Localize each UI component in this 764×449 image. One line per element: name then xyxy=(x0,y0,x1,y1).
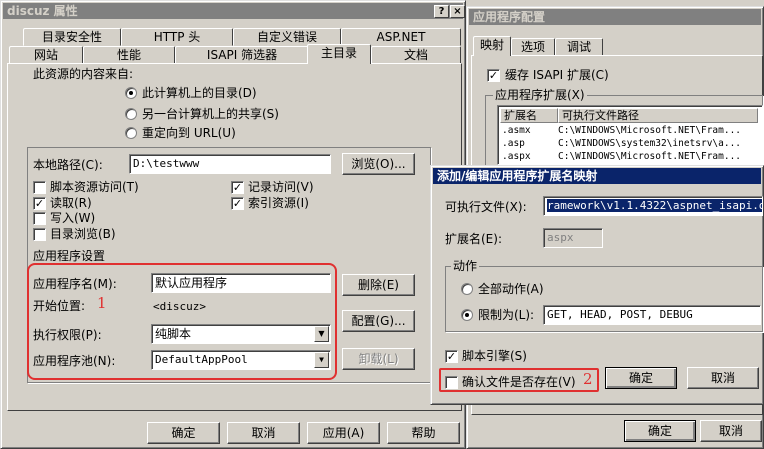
log-visits-checkbox[interactable]: ✓ xyxy=(231,181,244,194)
script-access-checkbox[interactable] xyxy=(33,181,46,194)
tab-isapi-filters[interactable]: ISAPI 筛选器 xyxy=(175,46,309,64)
tab-http-headers[interactable]: HTTP 头 xyxy=(121,28,233,46)
tab-debugging[interactable]: 调试 xyxy=(555,38,603,56)
tab-options[interactable]: 选项 xyxy=(511,38,555,56)
directory-browsing-label[interactable]: 目录浏览(B) xyxy=(50,227,116,241)
properties-title-bar: discuz 属性 xyxy=(3,3,463,19)
extension-mapping-dialog: 添加/编辑应用程序扩展名映射 可执行文件(X): ramework\v1.1.4… xyxy=(430,165,764,405)
annotation-box-1 xyxy=(27,263,337,380)
dialog-title: 添加/编辑应用程序扩展名映射 xyxy=(437,169,598,183)
tab-website[interactable]: 网站 xyxy=(9,46,83,64)
cache-isapi-checkbox[interactable]: ✓ xyxy=(487,69,500,82)
source-share-label[interactable]: 另一台计算机上的共享(S) xyxy=(142,107,279,121)
help-footer-button[interactable]: 帮助 xyxy=(387,422,460,444)
script-access-label[interactable]: 脚本资源访问(T) xyxy=(50,180,139,194)
list-item-ext: .aspx xyxy=(502,151,531,162)
tab-mappings[interactable]: 映射 xyxy=(473,36,511,56)
executable-value: ramework\v1.1.4322\aspnet_isapi.dll xyxy=(547,199,762,212)
source-url-label[interactable]: 重定向到 URL(U) xyxy=(142,126,236,140)
dialog-cancel-button[interactable]: 取消 xyxy=(687,367,759,389)
index-resource-label[interactable]: 索引资源(I) xyxy=(248,196,309,210)
ok-button[interactable]: 确定 xyxy=(147,422,220,444)
list-item[interactable]: .asp C:\WINDOWS\system32\inetsrv\a... xyxy=(502,138,741,150)
tab-documents[interactable]: 文档 xyxy=(371,46,461,64)
write-label[interactable]: 写入(W) xyxy=(50,211,95,225)
tab-performance[interactable]: 性能 xyxy=(83,46,175,64)
unload-button[interactable]: 卸载(L) xyxy=(342,348,415,370)
cache-isapi-label[interactable]: 缓存 ISAPI 扩展(C) xyxy=(505,68,609,82)
extensions-label: 应用程序扩展(X) xyxy=(493,88,587,102)
executable-input[interactable]: ramework\v1.1.4322\aspnet_isapi.dll xyxy=(543,196,763,216)
list-item-path: C:\WINDOWS\Microsoft.NET\Fram... xyxy=(558,125,742,136)
all-verbs-label[interactable]: 全部动作(A) xyxy=(478,282,544,296)
app-config-title: 应用程序配置 xyxy=(473,10,546,24)
source-local-label[interactable]: 此计算机上的目录(D) xyxy=(142,86,257,100)
configure-button[interactable]: 配置(G)... xyxy=(342,310,415,332)
list-item[interactable]: .aspx C:\WINDOWS\Microsoft.NET\Fram... xyxy=(502,151,741,163)
app-settings-label: 应用程序设置 xyxy=(33,249,106,263)
close-button[interactable]: × xyxy=(450,5,465,18)
limit-to-input[interactable]: GET, HEAD, POST, DEBUG xyxy=(543,305,761,325)
source-share-radio[interactable] xyxy=(125,108,137,120)
tab-directory-security[interactable]: 目录安全性 xyxy=(23,28,121,46)
directory-browsing-checkbox[interactable] xyxy=(33,228,46,241)
extension-label: 扩展名(E): xyxy=(445,232,502,246)
browse-button[interactable]: 浏览(O)... xyxy=(342,153,415,175)
list-header-executable[interactable]: 可执行文件路径 xyxy=(558,108,758,123)
log-visits-label[interactable]: 记录访问(V) xyxy=(248,180,314,194)
script-engine-label[interactable]: 脚本引擎(S) xyxy=(462,349,527,363)
list-item-ext: .asmx xyxy=(502,125,531,136)
properties-title: discuz 属性 xyxy=(7,4,78,18)
content-source-label: 此资源的内容来自: xyxy=(33,67,134,81)
write-checkbox[interactable] xyxy=(33,212,46,225)
tab-home-directory[interactable]: 主目录 xyxy=(307,44,371,64)
local-path-input[interactable]: D:\testwww xyxy=(129,154,331,174)
read-checkbox[interactable]: ✓ xyxy=(33,197,46,210)
extensions-list[interactable]: 扩展名 可执行文件路径 .asmx C:\WINDOWS\Microsoft.NE… xyxy=(497,105,763,165)
all-verbs-radio[interactable] xyxy=(461,283,473,295)
script-engine-checkbox[interactable]: ✓ xyxy=(445,350,458,363)
index-resource-checkbox[interactable]: ✓ xyxy=(231,197,244,210)
read-label[interactable]: 读取(R) xyxy=(50,196,92,210)
extension-input[interactable]: aspx xyxy=(543,228,603,248)
list-item[interactable]: .asmx C:\WINDOWS\Microsoft.NET\Fram... xyxy=(502,125,741,137)
source-local-radio[interactable] xyxy=(125,87,137,99)
dialog-ok-button[interactable]: 确定 xyxy=(605,367,677,389)
list-item-path: C:\WINDOWS\system32\inetsrv\a... xyxy=(558,138,742,149)
verbs-label: 动作 xyxy=(451,259,480,273)
local-path-label: 本地路径(C): xyxy=(33,158,103,172)
properties-window: discuz 属性 ? × 目录安全性 HTTP 头 自定义错误 ASP.NET… xyxy=(0,0,466,449)
remove-button[interactable]: 删除(E) xyxy=(342,274,415,296)
executable-label: 可执行文件(X): xyxy=(445,200,527,214)
list-item-ext: .asp xyxy=(502,138,525,149)
cancel-button[interactable]: 取消 xyxy=(227,422,300,444)
dialog-title-bar: 添加/编辑应用程序扩展名映射 xyxy=(433,168,761,184)
help-button[interactable]: ? xyxy=(434,5,449,18)
config-ok-button[interactable]: 确定 xyxy=(624,420,696,442)
list-header-extension[interactable]: 扩展名 xyxy=(500,108,558,123)
apply-button[interactable]: 应用(A) xyxy=(307,422,380,444)
config-cancel-button[interactable]: 取消 xyxy=(700,420,762,442)
app-config-title-bar: 应用程序配置 xyxy=(469,9,761,25)
source-url-radio[interactable] xyxy=(125,127,137,139)
annotation-box-2 xyxy=(439,368,599,392)
limit-to-radio[interactable] xyxy=(461,309,473,321)
limit-to-label[interactable]: 限制为(L): xyxy=(478,308,534,322)
list-item-path: C:\WINDOWS\Microsoft.NET\Fram... xyxy=(558,151,742,162)
